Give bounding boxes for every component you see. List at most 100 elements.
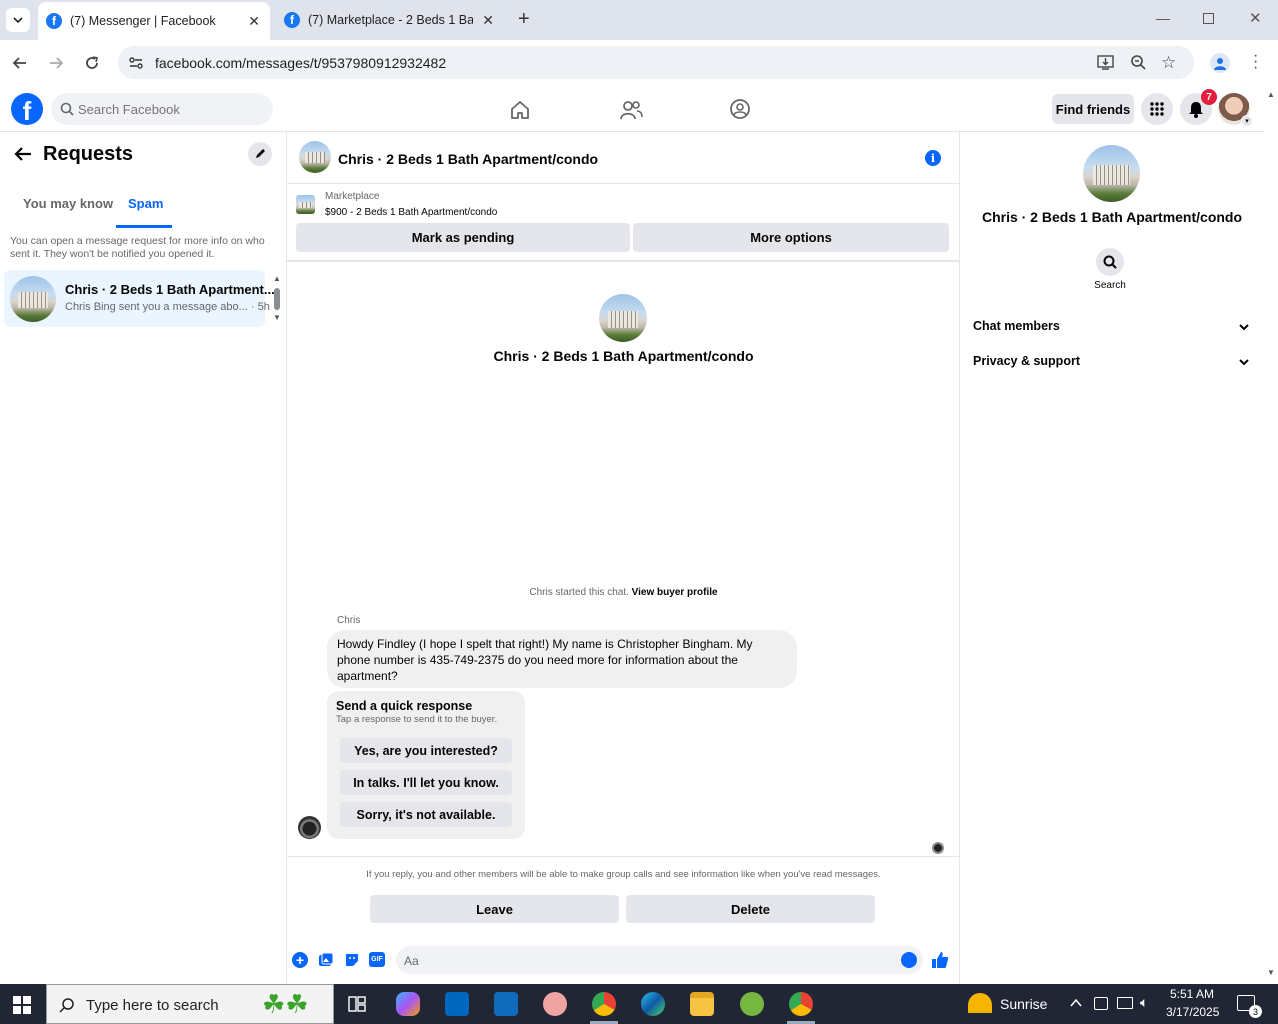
account-chevron-icon[interactable]: ▾ — [1241, 115, 1253, 127]
quick-response-option[interactable]: Sorry, it's not available. — [340, 802, 512, 827]
store-app-icon[interactable] — [445, 992, 469, 1016]
listing-thumbnail[interactable] — [296, 195, 315, 214]
utorrent-app-icon[interactable] — [740, 992, 764, 1016]
view-buyer-profile-link[interactable]: View buyer profile — [632, 587, 718, 598]
groups-nav-icon[interactable] — [729, 98, 751, 123]
tab-title: (7) Messenger | Facebook — [70, 14, 216, 28]
menu-grid-icon[interactable] — [1141, 93, 1173, 125]
copilot-app-icon[interactable] — [396, 992, 420, 1016]
facebook-search-box[interactable] — [51, 93, 273, 125]
find-friends-button[interactable]: Find friends — [1052, 94, 1134, 124]
scroll-up-icon[interactable]: ▲ — [1267, 90, 1275, 99]
quick-response-option[interactable]: Yes, are you interested? — [340, 738, 512, 763]
tab-you-may-know[interactable]: You may know — [23, 196, 113, 211]
reply-notice-text: If you reply, you and other members will… — [366, 869, 881, 880]
details-thumbnail[interactable] — [1083, 145, 1140, 202]
tray-chevron-icon[interactable] — [1070, 996, 1082, 1011]
emoji-icon[interactable] — [901, 952, 917, 968]
profile-thumbnail[interactable] — [599, 294, 647, 342]
clock-time[interactable]: 5:51 AM — [1170, 987, 1214, 1001]
bookmark-star-icon[interactable]: ☆ — [1161, 53, 1176, 73]
taskbar-search-box[interactable]: Type here to search ☘☘ — [46, 984, 334, 1024]
leave-button[interactable]: Leave — [370, 895, 619, 923]
chat-title[interactable]: Chris · 2 Beds 1 Bath Apartment/condo — [338, 151, 598, 167]
new-tab-button[interactable]: + — [518, 8, 530, 31]
url-text[interactable]: facebook.com/messages/t/9537980912932482 — [155, 55, 446, 71]
home-nav-icon[interactable] — [509, 99, 531, 124]
facebook-favicon-icon: f — [284, 12, 300, 28]
privacy-support-section[interactable]: Privacy & support — [973, 353, 1249, 369]
minimize-button[interactable]: — — [1156, 10, 1170, 26]
chrome-profile-app-icon[interactable] — [789, 992, 813, 1016]
chat-panel: Chris · 2 Beds 1 Bath Apartment/condo i … — [287, 132, 960, 984]
tab-spam[interactable]: Spam — [128, 196, 163, 211]
meet-now-icon[interactable] — [1094, 997, 1108, 1010]
windows-start-icon[interactable] — [13, 996, 31, 1017]
paint-app-icon[interactable] — [543, 992, 567, 1016]
forward-button[interactable] — [45, 52, 67, 74]
browser-menu-icon[interactable]: · · · — [1253, 48, 1258, 76]
weather-text[interactable]: Sunrise — [1000, 996, 1047, 1012]
conversation-thumbnail — [10, 276, 56, 322]
close-window-button[interactable]: ✕ — [1249, 9, 1262, 27]
close-tab-icon[interactable]: ✕ — [248, 13, 260, 30]
scroll-down-icon[interactable]: ▼ — [1267, 968, 1275, 977]
windows-taskbar: Type here to search ☘☘ Sunrise 🔈︎ 5:51 A… — [0, 984, 1278, 1024]
mark-as-pending-button[interactable]: Mark as pending — [296, 223, 630, 252]
quick-response-option[interactable]: In talks. I'll let you know. — [340, 770, 512, 795]
like-thumb-icon[interactable] — [931, 951, 949, 972]
conversation-name: Chris · 2 Beds 1 Bath Apartment... — [65, 282, 275, 297]
message-text: Howdy Findley (I hope I spelt that right… — [337, 637, 753, 683]
details-search-label: Search — [1094, 280, 1126, 291]
delete-button[interactable]: Delete — [626, 895, 875, 923]
conversation-item[interactable]: Chris · 2 Beds 1 Bath Apartment... Chris… — [4, 270, 275, 327]
site-info-icon[interactable] — [128, 55, 144, 74]
install-app-icon[interactable] — [1097, 54, 1114, 74]
read-receipt-avatar — [932, 842, 944, 854]
zoom-icon[interactable] — [1130, 54, 1147, 74]
chat-members-section[interactable]: Chat members — [973, 318, 1249, 334]
edge-app-icon[interactable] — [641, 992, 665, 1016]
back-button[interactable] — [9, 52, 31, 74]
file-explorer-app-icon[interactable] — [690, 992, 714, 1016]
facebook-logo[interactable]: f — [11, 93, 43, 125]
tab-messenger[interactable]: f (7) Messenger | Facebook ✕ — [38, 2, 270, 40]
details-search-button[interactable] — [1096, 248, 1124, 276]
chat-header-thumbnail[interactable] — [299, 141, 331, 173]
browser-tab-bar: f (7) Messenger | Facebook ✕ f (7) Marke… — [0, 0, 1278, 40]
outlook-app-icon[interactable] — [494, 992, 518, 1016]
sender-avatar[interactable] — [298, 816, 321, 839]
listing-title[interactable]: $900 - 2 Beds 1 Bath Apartment/condo — [325, 207, 497, 218]
reload-button[interactable] — [81, 52, 103, 74]
compose-icon[interactable] — [248, 142, 272, 166]
listing-label: Marketplace — [325, 191, 380, 202]
clock-date[interactable]: 3/17/2025 — [1166, 1005, 1219, 1019]
network-icon[interactable] — [1117, 997, 1133, 1009]
back-arrow-icon[interactable] — [14, 146, 32, 165]
chrome-app-icon[interactable] — [592, 992, 616, 1016]
photo-icon[interactable] — [318, 952, 334, 971]
shamrock-icon: ☘☘ — [262, 989, 309, 1019]
page-scrollbar[interactable]: ▲ ▼ — [1264, 87, 1278, 984]
close-tab-icon[interactable]: ✕ — [482, 12, 494, 29]
sticker-icon[interactable] — [344, 952, 360, 971]
plus-icon[interactable]: + — [292, 952, 308, 968]
volume-icon[interactable]: 🔈︎ — [1140, 994, 1148, 1011]
gif-icon[interactable]: GIF — [369, 952, 385, 967]
tab-list-button[interactable] — [6, 8, 30, 32]
profile-icon[interactable] — [1210, 53, 1230, 73]
tab-marketplace[interactable]: f (7) Marketplace - 2 Beds 1 Bath ✕ — [276, 0, 504, 40]
task-view-icon[interactable] — [348, 996, 366, 1015]
message-input-placeholder: Aa — [404, 954, 419, 968]
weather-sun-icon[interactable] — [968, 993, 992, 1013]
notification-center-count: 3 — [1249, 1005, 1262, 1018]
friends-nav-icon[interactable] — [619, 99, 643, 124]
list-scrollbar[interactable]: ▲ ▼ — [272, 274, 282, 322]
requests-info-text: You can open a message request for more … — [10, 235, 265, 260]
more-options-button[interactable]: More options — [633, 223, 949, 252]
info-icon[interactable]: i — [925, 150, 941, 166]
search-input[interactable] — [78, 93, 268, 125]
restore-button[interactable] — [1203, 13, 1214, 24]
message-input[interactable]: Aa — [396, 946, 923, 974]
address-bar[interactable]: facebook.com/messages/t/9537980912932482… — [118, 46, 1194, 79]
